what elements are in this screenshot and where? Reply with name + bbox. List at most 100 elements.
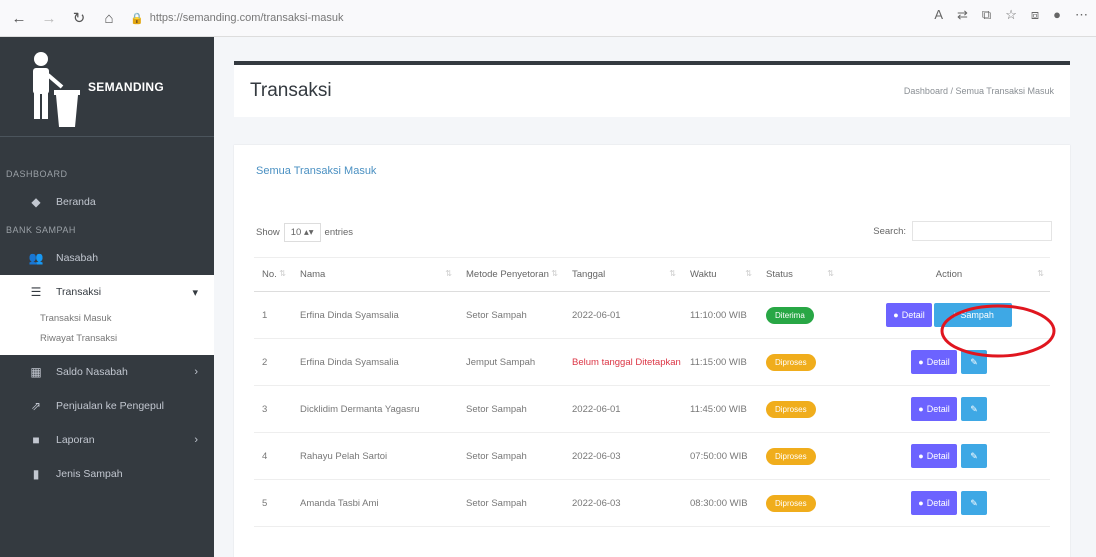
browser-toolbar: ← → ↻ ⌂ 🔒 https://semanding.com/transaks…: [0, 0, 1096, 37]
sidebar-item-label: Nasabah: [56, 252, 99, 264]
sidebar-item-laporan[interactable]: ■ Laporan ›: [0, 423, 214, 457]
edit-button[interactable]: ✎: [961, 444, 987, 469]
edit-icon: ✎: [970, 497, 978, 508]
cell-metode: Jemput Sampah: [458, 338, 564, 386]
list-icon: ☰: [30, 285, 42, 299]
column-header-tanggal[interactable]: Tanggal ⇅: [564, 257, 682, 292]
cell-waktu: 08:30:00 WIB: [682, 479, 758, 527]
more-icon[interactable]: ⋯: [1075, 7, 1088, 23]
sidebar-item-label: Beranda: [56, 196, 96, 208]
sidebar-item-nasabah[interactable]: 👥 Nasabah: [0, 241, 214, 275]
info-icon: ●: [918, 356, 924, 367]
column-header-nama[interactable]: Nama ⇅: [292, 257, 458, 292]
section-header-dashboard: DASHBOARD: [6, 169, 68, 179]
address-bar[interactable]: 🔒 https://semanding.com/transaksi-masuk: [130, 12, 344, 25]
info-icon: ●: [893, 310, 899, 320]
entries-select[interactable]: 10 ▴▾: [283, 223, 321, 242]
sidebar-item-saldo-nasabah[interactable]: ▦ Saldo Nasabah ›: [0, 355, 214, 389]
detail-button[interactable]: ● Detail: [886, 303, 932, 327]
cell-tanggal: 2022-06-03: [564, 432, 682, 480]
chevron-down-icon: ▾: [192, 286, 198, 299]
cell-status: Diproses: [758, 432, 840, 480]
cell-action: ● Detail ✎: [840, 479, 1050, 527]
cell-waktu: 11:10:00 WIB: [682, 291, 758, 339]
cell-tanggal: 2022-06-03: [564, 479, 682, 527]
column-header-waktu[interactable]: Waktu ⇅: [682, 257, 758, 292]
sidebar: SEMANDING DASHBOARD ◆ Beranda BANK SAMPA…: [0, 37, 214, 557]
table-header-row: No. ⇅ Nama ⇅ Metode Penyetoran ⇅ Tanggal ⇅ W…: [254, 257, 1050, 292]
cell-no: 5: [254, 479, 292, 527]
sidebar-item-label: Transaksi: [56, 286, 102, 298]
column-header-no[interactable]: No. ⇅: [254, 257, 292, 292]
cell-tanggal: 2022-06-01: [564, 291, 682, 339]
detail-button[interactable]: ● Detail: [911, 396, 957, 421]
show-entries: Show 10 ▴▾ entries: [256, 223, 353, 242]
tachometer-icon: ◆: [31, 195, 41, 209]
column-header-metode[interactable]: Metode Penyetoran ⇅: [458, 257, 564, 292]
back-icon[interactable]: ←: [8, 7, 30, 29]
cell-no: 4: [254, 432, 292, 480]
table-row: 3 Dicklidim Dermanta Yagasru Setor Sampa…: [254, 385, 1050, 433]
cell-waktu: 11:15:00 WIB: [682, 338, 758, 386]
sidebar-item-transaksi[interactable]: ☰ Transaksi ▾: [0, 275, 214, 309]
report-icon: ■: [32, 433, 40, 447]
trash-icon: ▮: [32, 467, 40, 481]
profile-icon[interactable]: ●: [1053, 7, 1061, 23]
cell-nama: Dicklidim Dermanta Yagasru: [292, 385, 458, 433]
brand[interactable]: SEMANDING: [0, 37, 214, 137]
cell-action: ● Detail ✎: [840, 385, 1050, 433]
info-icon: ●: [918, 403, 924, 414]
entries-label: entries: [324, 227, 354, 238]
sidebar-item-jenis-sampah[interactable]: ▮ Jenis Sampah: [0, 457, 214, 491]
edit-button[interactable]: ✎: [961, 397, 987, 422]
cell-waktu: 07:50:00 WIB: [682, 432, 758, 480]
cell-nama: Erfina Dinda Syamsalia: [292, 291, 458, 339]
chart-icon: ⇗: [30, 399, 42, 413]
info-icon: ●: [918, 450, 924, 461]
card-title: Semua Transaksi Masuk: [256, 165, 377, 177]
transactions-table: No. ⇅ Nama ⇅ Metode Penyetoran ⇅ Tanggal ⇅ W…: [254, 257, 1050, 527]
chevron-right-icon: ›: [194, 434, 198, 446]
translate-icon[interactable]: ⇄: [957, 7, 968, 23]
read-aloud-icon[interactable]: A: [934, 7, 943, 23]
extensions-icon[interactable]: ⧉: [982, 7, 991, 23]
reload-icon[interactable]: ↻: [68, 7, 90, 29]
info-icon: ●: [918, 497, 924, 508]
sidebar-item-label: Penjualan ke Pengepul: [56, 400, 165, 412]
cell-status: Diproses: [758, 385, 840, 433]
home-icon[interactable]: ⌂: [98, 7, 120, 29]
collections-icon[interactable]: ⧈: [1031, 7, 1039, 23]
show-label: Show: [256, 227, 280, 238]
sidebar-item-beranda[interactable]: ◆ Beranda: [0, 185, 214, 219]
cell-status: Diproses: [758, 479, 840, 527]
favorites-icon[interactable]: ☆: [1005, 7, 1017, 23]
sidebar-subitem-transaksi-masuk[interactable]: Transaksi Masuk: [0, 309, 214, 329]
sidebar-item-label: Jenis Sampah: [56, 468, 123, 480]
lock-icon: 🔒: [130, 12, 144, 25]
edit-button[interactable]: ✎: [961, 491, 987, 516]
cell-no: 2: [254, 338, 292, 386]
breadcrumb[interactable]: Dashboard / Semua Transaksi Masuk: [904, 86, 1054, 96]
url-text: https://semanding.com/transaksi-masuk: [149, 12, 344, 24]
cell-status: Diterima: [758, 291, 840, 339]
status-badge: Diproses: [766, 494, 816, 512]
cell-status: Diproses: [758, 338, 840, 386]
detail-button[interactable]: ● Detail: [911, 490, 957, 515]
cell-metode: Setor Sampah: [458, 291, 564, 339]
highlight-circle: [940, 304, 1056, 358]
column-header-status[interactable]: Status ⇅: [758, 257, 840, 292]
table-row: 2 Erfina Dinda Syamsalia Jemput Sampah B…: [254, 338, 1050, 386]
detail-button[interactable]: ● Detail: [911, 443, 957, 468]
edit-icon: ✎: [970, 450, 978, 461]
forward-icon[interactable]: →: [38, 7, 60, 29]
column-header-action[interactable]: Action ⇅: [840, 257, 1050, 292]
brand-name: SEMANDING: [88, 79, 165, 94]
wallet-icon: ▦: [30, 365, 42, 379]
cell-waktu: 11:45:00 WIB: [682, 385, 758, 433]
status-badge: Diproses: [766, 447, 816, 465]
sidebar-subitem-riwayat-transaksi[interactable]: Riwayat Transaksi: [0, 329, 214, 349]
sidebar-item-penjualan[interactable]: ⇗ Penjualan ke Pengepul: [0, 389, 214, 423]
search-input[interactable]: [912, 221, 1052, 241]
cell-nama: Amanda Tasbi Ami: [292, 479, 458, 527]
status-badge: Diproses: [766, 400, 816, 418]
